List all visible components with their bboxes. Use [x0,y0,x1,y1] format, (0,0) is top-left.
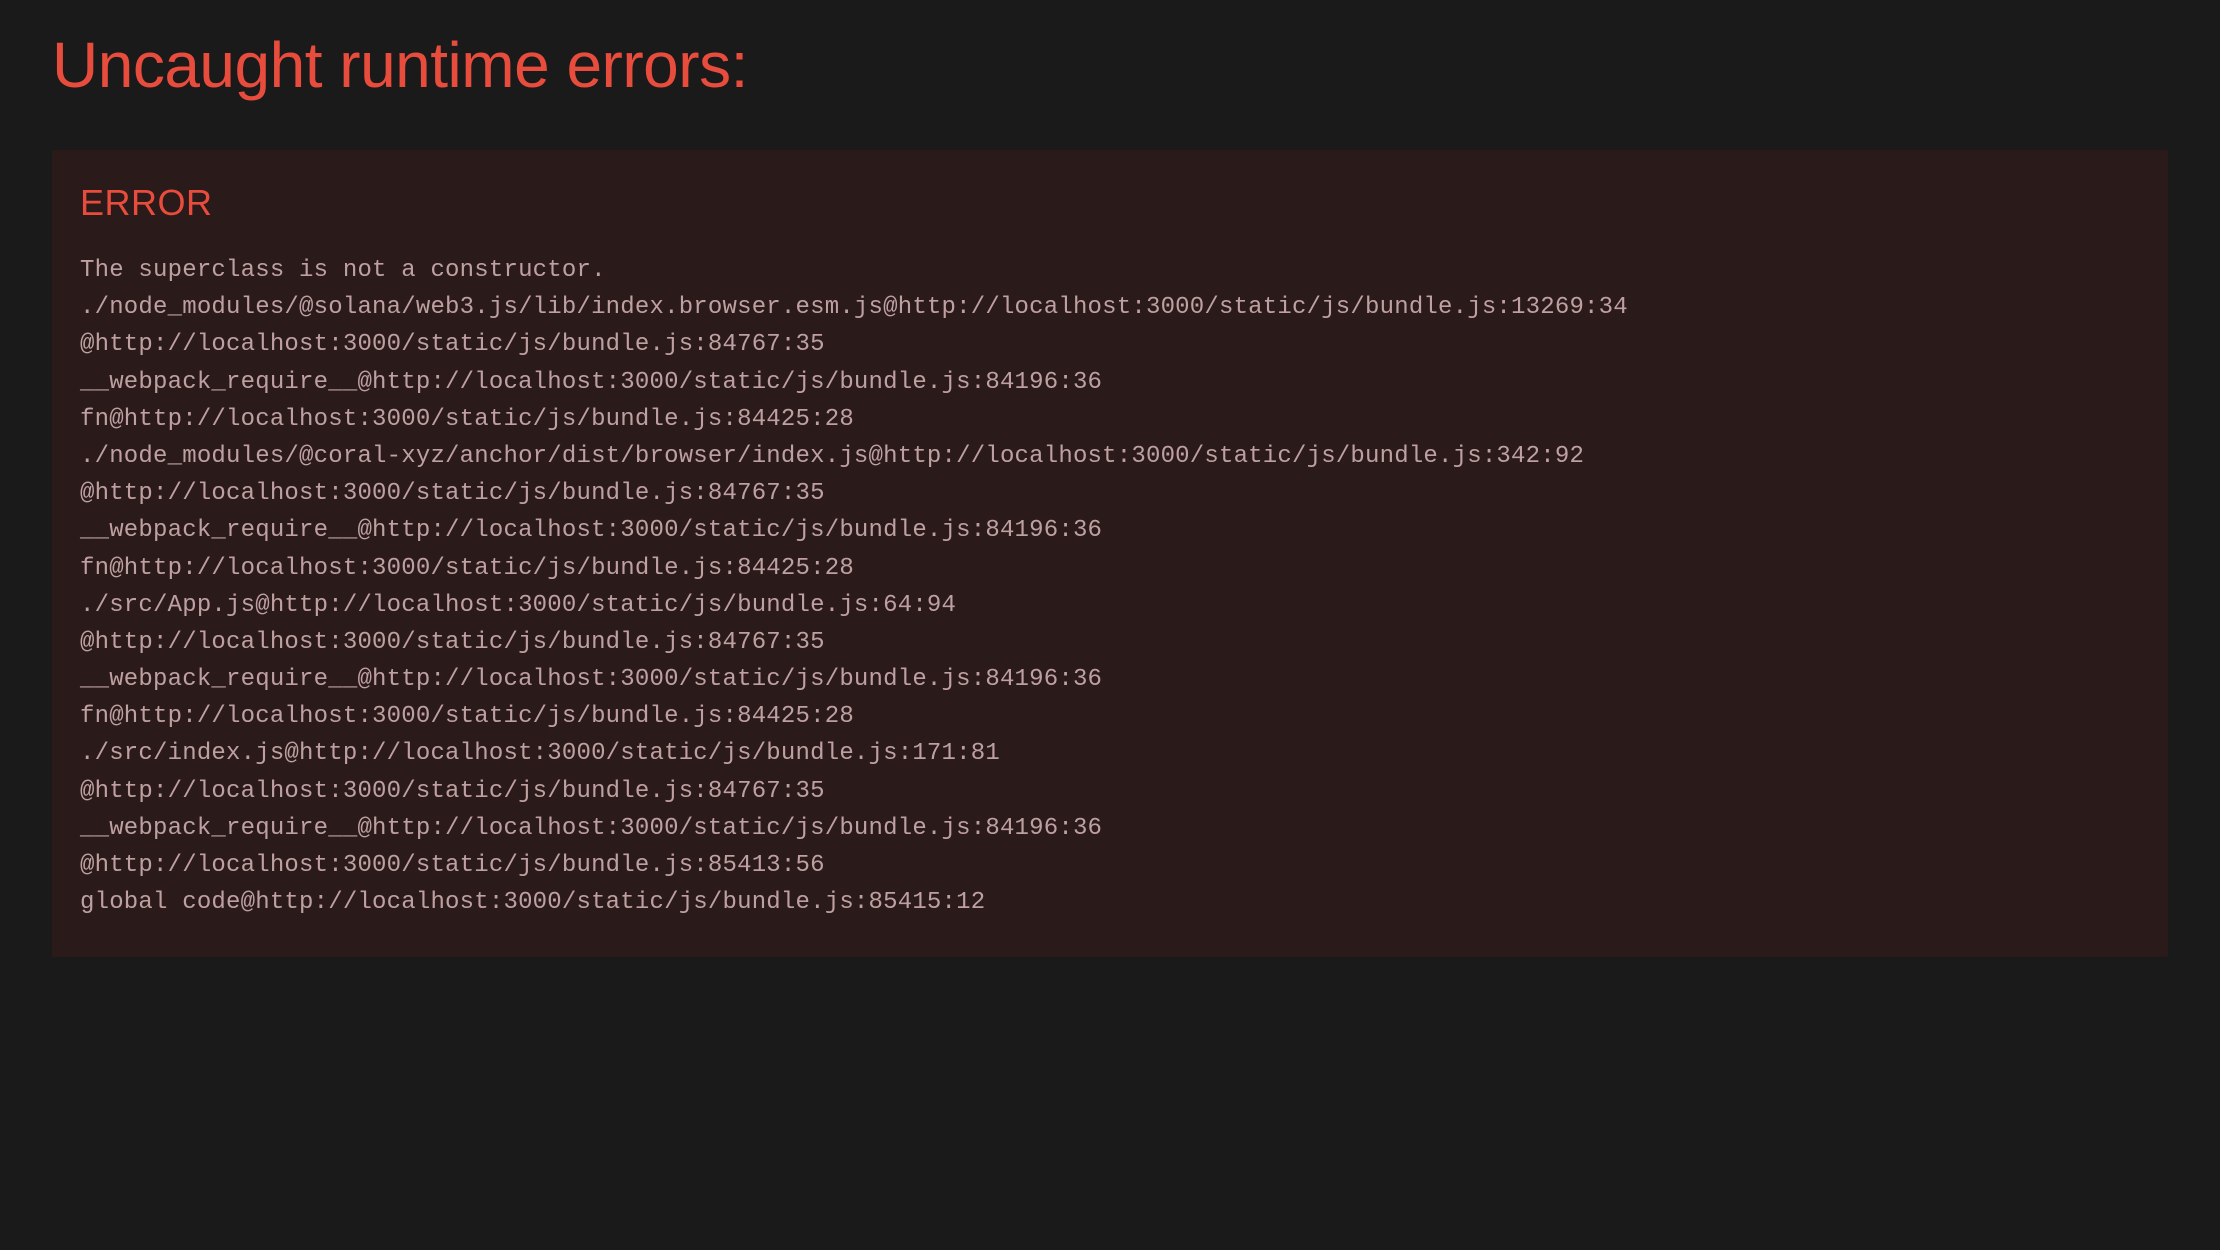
error-panel: ERROR The superclass is not a constructo… [52,150,2168,957]
error-stack-trace: The superclass is not a constructor. ./n… [80,252,2140,921]
overlay-title: Uncaught runtime errors: [52,28,2168,102]
error-overlay-container: Uncaught runtime errors: ERROR The super… [0,0,2220,985]
error-label: ERROR [80,182,2140,224]
